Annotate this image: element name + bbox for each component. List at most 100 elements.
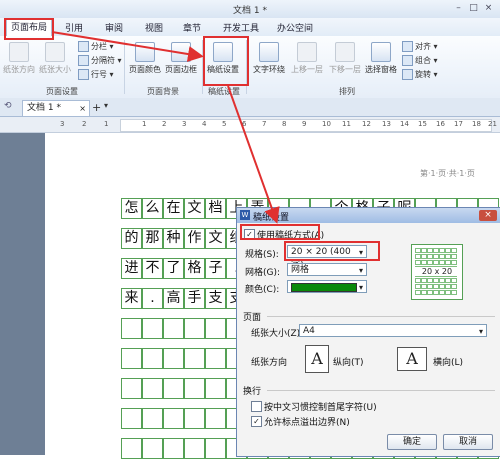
- grid-cell: 那: [142, 228, 163, 249]
- separator-button[interactable]: 分隔符 ▾: [78, 55, 122, 66]
- page-layout-tab-highlight: [4, 18, 54, 40]
- grid-cell: 种: [163, 228, 184, 249]
- tab-developer[interactable]: 开发工具: [218, 21, 264, 34]
- tab-view[interactable]: 视图: [140, 21, 168, 34]
- grid-cell: 支: [205, 288, 226, 309]
- grid-cell: [121, 318, 142, 339]
- chevron-down-icon[interactable]: ▾: [104, 101, 108, 110]
- group-label: 组合: [415, 56, 431, 65]
- align-button[interactable]: 对齐 ▾: [402, 41, 438, 52]
- cancel-button[interactable]: 取消: [443, 434, 493, 450]
- line-number-icon: [78, 69, 89, 80]
- paper-direction-label: 纸张方向: [3, 65, 35, 74]
- preview-cell: [451, 284, 457, 289]
- grid-select[interactable]: 网格 ▾: [287, 263, 367, 276]
- columns-label: 分栏: [91, 42, 107, 51]
- grid-cell: [121, 378, 142, 399]
- grid-cell: [142, 318, 163, 339]
- grid-cell: 了: [163, 258, 184, 279]
- portrait-icon[interactable]: A: [305, 345, 329, 373]
- ruler-number: 16: [436, 120, 445, 128]
- page-border-button[interactable]: 页面边框: [164, 42, 198, 75]
- line-number-button[interactable]: 行号 ▾: [78, 69, 114, 80]
- grid-cell: 么: [142, 198, 163, 219]
- landscape-icon[interactable]: A: [397, 347, 427, 371]
- page-color-button[interactable]: 页面颜色: [128, 42, 162, 75]
- paper-size-select[interactable]: A4 ▾: [299, 324, 487, 337]
- align-icon: [402, 41, 413, 52]
- selection-pane-icon: [371, 42, 391, 62]
- chevron-down-icon: ▾: [358, 283, 363, 292]
- grid-cell: 来: [121, 288, 142, 309]
- text-wrap-button[interactable]: 文字环绕: [252, 42, 286, 75]
- chinese-rule-checkbox[interactable]: [251, 401, 262, 412]
- color-select[interactable]: ▾: [287, 280, 367, 293]
- grid-cell: [163, 378, 184, 399]
- grid-cell: [163, 348, 184, 369]
- text-wrap-label: 文字环绕: [253, 65, 285, 74]
- dialog-title: 稿纸设置: [253, 213, 290, 223]
- tab-close-icon[interactable]: ×: [79, 101, 86, 116]
- send-backward-button[interactable]: 下移一层: [328, 42, 362, 75]
- close-icon[interactable]: ×: [482, 2, 495, 14]
- orientation-label: 纸张方向: [251, 358, 288, 368]
- ok-button[interactable]: 确定: [387, 434, 437, 450]
- paper-size-button[interactable]: 纸张大小: [38, 42, 72, 75]
- preview-text: 20 x 20: [412, 267, 462, 276]
- bring-forward-button[interactable]: 上移一层: [290, 42, 324, 75]
- paper-direction-button[interactable]: 纸张方向: [2, 42, 36, 75]
- group-label-page-setup: 页面设置: [46, 87, 78, 96]
- ruler-number: 13: [382, 120, 391, 128]
- dialog-close-button[interactable]: ×: [479, 210, 497, 221]
- grid-cell: [121, 438, 142, 459]
- columns-icon: [78, 41, 89, 52]
- grid-paper-button-highlight: [203, 36, 249, 86]
- spec-select-highlight: [284, 241, 380, 261]
- ruler-number: 3: [182, 120, 187, 128]
- group-button[interactable]: 组合 ▾: [402, 55, 438, 66]
- ruler-number: 15: [418, 120, 427, 128]
- grid-cell: 档: [205, 198, 226, 219]
- paper-direction-icon: [9, 42, 29, 62]
- group-label-grid: 稿纸设置: [208, 87, 240, 96]
- grid-cell: [121, 408, 142, 429]
- ruler-number: 14: [400, 120, 409, 128]
- grid-cell: [205, 438, 226, 459]
- ruler-number: 1: [104, 120, 109, 128]
- tab-chapter[interactable]: 章节: [178, 21, 206, 34]
- preview-cell: [451, 254, 457, 259]
- paper-size-icon: [45, 42, 65, 62]
- document-tab-bar: ⟲ 文档 1 * × + ▾: [0, 98, 500, 117]
- chevron-down-icon: ▾: [478, 327, 483, 336]
- grid-cell: [142, 378, 163, 399]
- group-icon: [402, 55, 413, 66]
- landscape-option[interactable]: 横向(L): [433, 355, 463, 368]
- grid-cell: [205, 348, 226, 369]
- grid-cell: 在: [163, 198, 184, 219]
- selection-pane-button[interactable]: 选择窗格: [364, 42, 398, 75]
- tab-office-space[interactable]: 办公空间: [272, 21, 318, 34]
- tab-review[interactable]: 审阅: [100, 21, 128, 34]
- tab-nav-icon[interactable]: ⟲: [4, 101, 12, 111]
- preview-cell: [451, 278, 457, 283]
- document-tab[interactable]: 文档 1 * ×: [22, 100, 90, 116]
- chinese-rule-label: 按中文习惯控制首尾字符(U): [264, 403, 377, 413]
- portrait-option[interactable]: 纵向(T): [333, 355, 364, 368]
- minimize-icon[interactable]: –: [452, 2, 465, 14]
- send-backward-label: 下移一层: [329, 65, 361, 74]
- punct-overflow-checkbox[interactable]: ✓: [251, 416, 262, 427]
- app-logo-icon: W: [240, 210, 250, 220]
- grid-cell: [184, 348, 205, 369]
- columns-button[interactable]: 分栏 ▾: [78, 41, 114, 52]
- group-label-page-bg: 页面背景: [147, 87, 179, 96]
- tab-references[interactable]: 引用: [60, 21, 88, 34]
- grid-cell: 手: [184, 288, 205, 309]
- grid-cell: [163, 438, 184, 459]
- rotate-button[interactable]: 旋转 ▾: [402, 69, 438, 80]
- horizontal-ruler[interactable]: 3 2 1 1 2 3 4 5 6 7 8 9 10 11 12 13 14 1…: [0, 117, 500, 133]
- paper-size-label: 纸张大小: [39, 65, 71, 74]
- maximize-icon[interactable]: □: [467, 2, 480, 14]
- grid-cell: [184, 318, 205, 339]
- new-tab-button[interactable]: +: [92, 101, 101, 114]
- grid-cell: [142, 348, 163, 369]
